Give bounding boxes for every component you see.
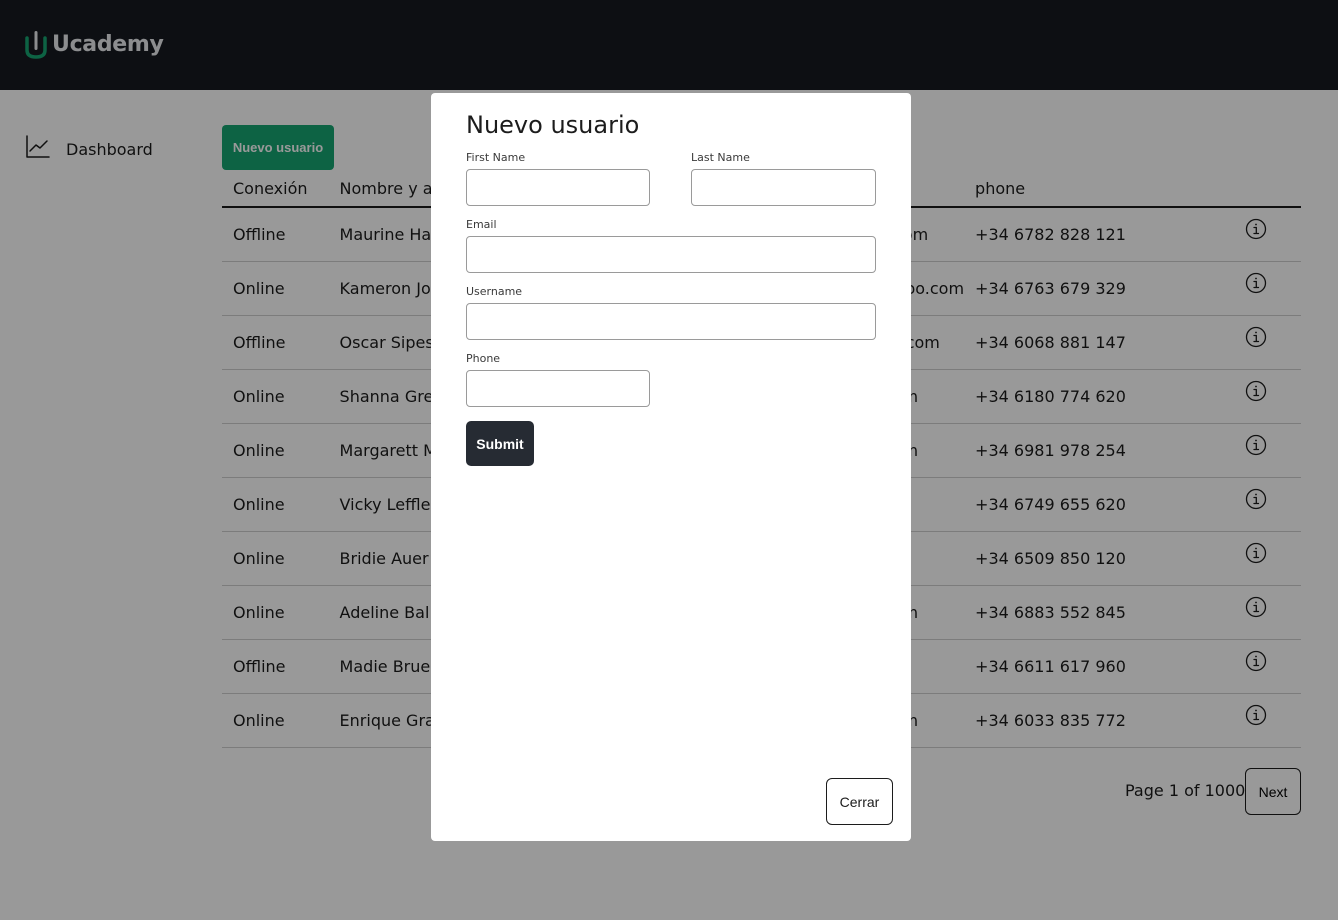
- phone-input[interactable]: [466, 370, 650, 407]
- last-name-input[interactable]: [691, 169, 876, 206]
- phone-label: Phone: [466, 352, 501, 365]
- email-label: Email: [466, 218, 497, 231]
- username-input[interactable]: [466, 303, 876, 340]
- last-name-label: Last Name: [691, 151, 750, 164]
- modal-title: Nuevo usuario: [466, 111, 640, 139]
- first-name-label: First Name: [466, 151, 526, 164]
- email-input[interactable]: [466, 236, 876, 273]
- username-label: Username: [466, 285, 523, 298]
- first-name-input[interactable]: [466, 169, 650, 206]
- submit-button[interactable]: Submit: [466, 421, 534, 466]
- new-user-modal: Nuevo usuario First Name Last Name Email…: [431, 93, 911, 841]
- close-modal-button[interactable]: Cerrar: [826, 778, 893, 825]
